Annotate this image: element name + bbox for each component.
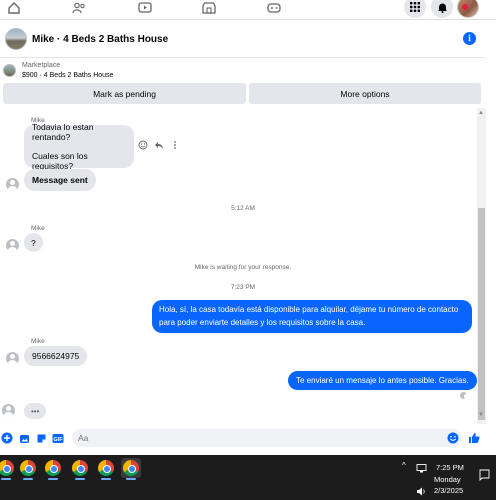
message-composer: GIF: [0, 428, 486, 452]
windows-taskbar: ^ 7:25 PM Monday 2/3/2025: [0, 455, 496, 500]
notification-badge: [462, 4, 468, 10]
reply-icon[interactable]: [154, 140, 164, 150]
messenger-screen: Mike · 4 Beds 2 Baths House i Marketplac…: [0, 0, 496, 500]
video-icon[interactable]: [135, 0, 155, 16]
contact-avatar[interactable]: [6, 352, 19, 365]
message-bubble[interactable]: ?: [24, 233, 43, 252]
message-bubble[interactable]: Todavia lo estan rentando? Cuales son lo…: [24, 122, 134, 171]
clock-day[interactable]: Monday: [434, 475, 461, 484]
message-bubble[interactable]: Message sent: [24, 169, 96, 191]
chat-header: Mike · 4 Beds 2 Baths House i: [0, 22, 486, 58]
notification-center-icon[interactable]: [479, 468, 490, 482]
typing-indicator: •••: [24, 403, 47, 419]
notifications-bell-icon[interactable]: [431, 0, 453, 18]
plus-icon[interactable]: [1, 432, 13, 444]
scroll-up-arrow-icon[interactable]: ▲: [478, 110, 484, 116]
gif-icon[interactable]: GIF: [52, 432, 64, 444]
taskbar-chrome-icon[interactable]: [18, 458, 38, 480]
listing-summary[interactable]: $900 · 4 Beds 2 Baths House: [22, 72, 113, 79]
taskbar-chrome-icon[interactable]: [96, 458, 116, 480]
marketplace-label: Marketplace: [22, 62, 61, 69]
marketplace-icon[interactable]: [199, 0, 219, 16]
network-icon[interactable]: [416, 460, 427, 473]
outgoing-message-bubble[interactable]: Te enviaré un mensaje lo antes posible. …: [288, 371, 477, 390]
message-text: 9566624975: [32, 351, 80, 361]
contact-avatar[interactable]: [6, 178, 19, 191]
message-scrollbar[interactable]: ▲ ▼: [477, 108, 486, 424]
typing-dots: •••: [31, 406, 40, 416]
timestamp: 7:23 PM: [230, 284, 256, 291]
outgoing-message-bubble[interactable]: Hola, sí, la casa todavía está disponibl…: [152, 300, 472, 333]
message-actions: [138, 140, 180, 150]
message-list: Mike Todavia lo estan rentando? Cuales s…: [0, 108, 486, 424]
message-text: ?: [31, 237, 36, 248]
waiting-notice: Mike is waiting for your response.: [194, 264, 292, 271]
clock-time[interactable]: 7:25 PM: [436, 463, 464, 472]
sticker-icon[interactable]: [35, 432, 47, 444]
timestamp: 5:12 AM: [231, 205, 255, 212]
sender-name: Mike: [31, 338, 45, 345]
message-input[interactable]: [72, 429, 462, 447]
top-navigation: [0, 0, 496, 20]
mark-as-pending-button[interactable]: Mark as pending: [3, 83, 246, 104]
taskbar-chrome-icon-active[interactable]: [121, 458, 141, 480]
info-icon[interactable]: i: [463, 32, 476, 45]
message-text: Message sent: [32, 175, 88, 185]
taskbar-chrome-icon[interactable]: [43, 458, 63, 480]
svg-text:GIF: GIF: [53, 437, 63, 443]
taskbar-chrome-icon[interactable]: [0, 458, 16, 480]
volume-icon[interactable]: [416, 483, 427, 496]
message-text: Todavia lo estan rentando?: [32, 122, 94, 142]
home-icon[interactable]: [4, 0, 24, 16]
listing-thumbnail[interactable]: [3, 64, 16, 77]
react-emoji-icon[interactable]: [138, 140, 148, 150]
more-options-button[interactable]: More options: [249, 83, 481, 104]
contact-avatar[interactable]: [2, 404, 15, 417]
scroll-down-arrow-icon[interactable]: ▼: [478, 412, 484, 418]
contact-avatar[interactable]: [6, 239, 19, 252]
seen-indicator-avatar: [460, 392, 467, 399]
profile-avatar[interactable]: [457, 0, 479, 18]
tray-chevron-icon[interactable]: ^: [402, 461, 406, 470]
friends-icon[interactable]: [69, 0, 89, 16]
message-text: Cuales son los requisitos?: [32, 151, 88, 171]
message-bubble[interactable]: 9566624975: [24, 346, 88, 366]
gaming-icon[interactable]: [264, 0, 284, 16]
more-actions-icon[interactable]: [170, 140, 180, 150]
scroll-thumb[interactable]: [478, 208, 485, 420]
listing-avatar[interactable]: [5, 28, 27, 50]
chat-title[interactable]: Mike · 4 Beds 2 Baths House: [32, 34, 168, 45]
clock-date[interactable]: 2/3/2025: [434, 486, 463, 495]
emoji-icon[interactable]: [447, 432, 459, 444]
menu-grid-icon[interactable]: [404, 0, 426, 18]
sender-name: Mike: [31, 225, 45, 232]
photo-icon[interactable]: [18, 432, 30, 444]
taskbar-chrome-icon[interactable]: [70, 458, 90, 480]
like-thumbs-up-icon[interactable]: [468, 432, 480, 444]
